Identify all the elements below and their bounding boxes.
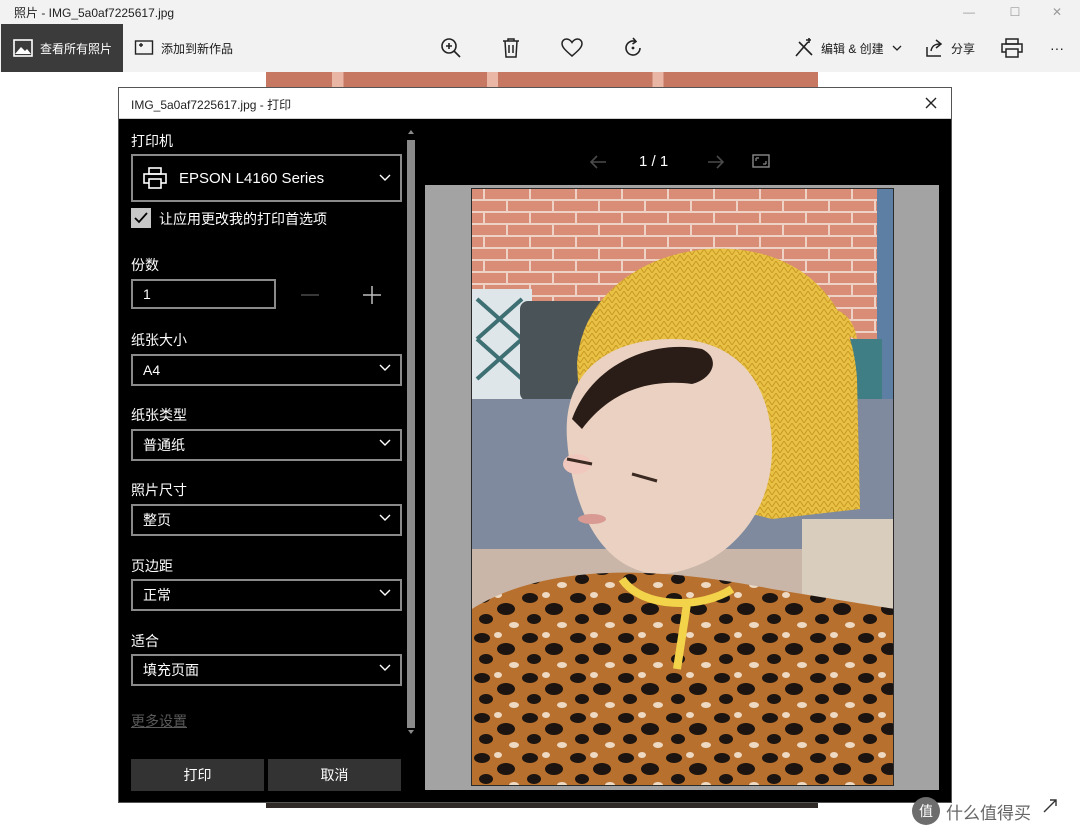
rotate-icon	[625, 37, 641, 56]
paper-size-label: 纸张大小	[131, 332, 187, 348]
close-icon	[925, 97, 937, 109]
photo-icon	[13, 39, 33, 57]
chevron-down-icon	[379, 514, 391, 521]
edit-create-button[interactable]: 编辑 & 创建	[794, 24, 902, 72]
scroll-up-icon[interactable]	[407, 128, 415, 136]
view-all-photos-label: 查看所有照片	[40, 41, 113, 56]
chevron-down-icon	[892, 45, 902, 51]
checkmark-icon	[134, 212, 148, 224]
fit-value: 填充页面	[143, 662, 199, 678]
fit-label: 适合	[131, 633, 159, 649]
watermark-text: 什么值得买	[946, 803, 1031, 823]
chevron-down-icon	[379, 589, 391, 596]
chevron-down-icon	[379, 664, 391, 671]
edit-create-icon	[795, 38, 813, 57]
print-toolbar-button[interactable]	[1001, 24, 1023, 72]
maximize-button[interactable]: ☐	[992, 0, 1038, 24]
minus-icon	[301, 294, 319, 296]
add-to-creation-label: 添加到新作品	[161, 41, 234, 56]
background-photo-top	[266, 72, 818, 88]
settings-scrollbar[interactable]	[405, 128, 417, 738]
trash-icon	[503, 38, 519, 58]
photo-size-value: 整页	[143, 512, 171, 528]
fit-select[interactable]: 填充页面	[131, 654, 402, 686]
copies-input[interactable]: 1	[131, 279, 276, 309]
watermark-logo: 值	[912, 797, 940, 825]
paper-type-label: 纸张类型	[131, 407, 187, 423]
margins-value: 正常	[143, 587, 171, 603]
zoom-in-icon	[441, 38, 461, 58]
more-options-button[interactable]: ···	[1050, 24, 1064, 72]
preview-pager: 1 / 1	[589, 152, 789, 174]
paper-type-value: 普通纸	[143, 437, 185, 453]
heart-icon	[561, 38, 583, 57]
paper-size-value: A4	[143, 362, 161, 378]
print-button[interactable]: 打印	[131, 759, 264, 791]
plus-icon	[363, 286, 381, 304]
app-toolbar: 查看所有照片 添加到新作品 编辑 & 创建 分享 ···	[0, 24, 1080, 72]
cancel-button[interactable]: 取消	[268, 759, 401, 791]
add-creation-icon	[134, 40, 154, 55]
print-dialog: IMG_5a0af7225617.jpg - 打印 打印机 EPSON L416…	[118, 87, 952, 803]
share-icon	[926, 39, 943, 57]
window-title: 照片 - IMG_5a0af7225617.jpg	[14, 6, 175, 20]
photo-size-label: 照片尺寸	[131, 482, 187, 498]
close-window-button[interactable]: ✕	[1034, 0, 1080, 24]
printer-icon	[143, 167, 167, 189]
chevron-down-icon	[379, 174, 391, 181]
arrow-left-icon[interactable]	[589, 154, 607, 170]
print-preview-photo	[471, 188, 894, 786]
app-preferences-checkbox[interactable]	[131, 208, 151, 228]
share-button[interactable]: 分享	[924, 24, 975, 72]
chevron-down-icon	[379, 439, 391, 446]
dialog-close-button[interactable]	[921, 93, 941, 113]
watermark: 值 什么值得买	[912, 796, 1031, 826]
edit-create-label: 编辑 & 创建	[821, 41, 884, 56]
margins-select[interactable]: 正常	[131, 579, 402, 611]
increment-copies-button[interactable]	[361, 284, 383, 306]
photo-size-select[interactable]: 整页	[131, 504, 402, 536]
chevron-down-icon	[379, 364, 391, 371]
printer-label: 打印机	[131, 133, 173, 149]
page-indicator: 1 / 1	[639, 153, 669, 170]
print-dialog-title: IMG_5a0af7225617.jpg - 打印	[131, 98, 292, 112]
window-title-bar: 照片 - IMG_5a0af7225617.jpg — ☐ ✕	[0, 0, 1080, 24]
scroll-down-icon[interactable]	[407, 728, 415, 736]
more-settings-link[interactable]: 更多设置	[131, 711, 187, 731]
paper-type-select[interactable]: 普通纸	[131, 429, 402, 461]
arrow-right-icon[interactable]	[707, 154, 725, 170]
printer-select[interactable]: EPSON L4160 Series	[131, 154, 402, 202]
printer-icon	[1001, 38, 1023, 58]
copies-label: 份数	[131, 257, 159, 273]
view-all-photos-button[interactable]: 查看所有照片	[1, 24, 123, 72]
baby-photo-image	[472, 189, 893, 785]
share-label: 分享	[951, 41, 976, 56]
delete-button[interactable]	[501, 24, 521, 72]
printer-value: EPSON L4160 Series	[179, 169, 325, 187]
add-to-creation-button[interactable]: 添加到新作品	[134, 24, 233, 72]
minimize-button[interactable]: —	[946, 0, 992, 24]
decrement-copies-button[interactable]	[299, 284, 321, 306]
scroll-thumb[interactable]	[407, 140, 415, 728]
print-dialog-title-bar: IMG_5a0af7225617.jpg - 打印	[119, 88, 951, 119]
fit-page-icon[interactable]	[752, 154, 770, 168]
zoom-in-button[interactable]	[440, 24, 462, 72]
app-preferences-label: 让应用更改我的打印首选项	[159, 211, 327, 227]
rotate-button[interactable]	[622, 24, 644, 72]
resize-arrow-icon[interactable]	[1042, 798, 1058, 814]
margins-label: 页边距	[131, 558, 173, 574]
paper-size-select[interactable]: A4	[131, 354, 402, 386]
favorite-button[interactable]	[561, 24, 583, 72]
